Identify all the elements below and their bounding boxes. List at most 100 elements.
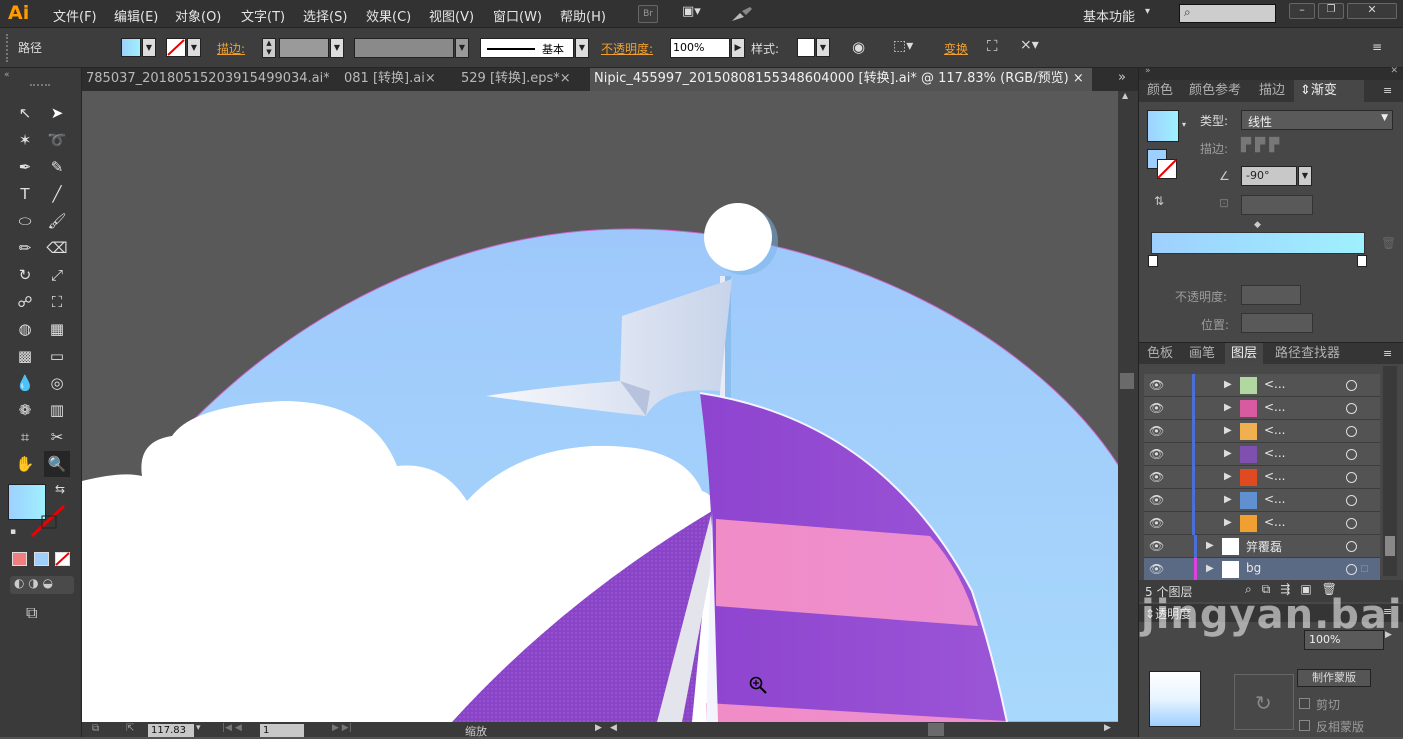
tab-stroke[interactable]: 描边 xyxy=(1259,80,1285,102)
expand-arrow-icon[interactable]: ▶ xyxy=(1224,402,1232,413)
hscroll-left-icon[interactable]: ◀ xyxy=(610,723,617,733)
visibility-eye-icon[interactable]: 👁 xyxy=(1149,401,1164,415)
close-dock-icon[interactable]: ✕ xyxy=(1390,66,1398,76)
color-mode-button[interactable] xyxy=(12,552,27,566)
column-graph-tool-icon[interactable]: ▥ xyxy=(44,397,70,423)
graphic-style-swatch[interactable] xyxy=(797,38,815,57)
drawing-modes-icon[interactable]: ◐ ◑ ◒ xyxy=(10,576,74,594)
variable-width-dropdown[interactable]: ▼ xyxy=(455,38,469,58)
lasso-tool-icon[interactable]: ➰ xyxy=(44,127,70,153)
stroke-gradient-options[interactable]: ▛ ▛ ▛ xyxy=(1241,138,1305,158)
make-mask-button[interactable]: 制作蒙版 xyxy=(1297,669,1371,687)
none-mode-icon[interactable] xyxy=(55,552,70,566)
menu-view[interactable]: 视图(V) xyxy=(429,6,474,25)
tab-document-2[interactable]: 081 [转换].ai× xyxy=(340,68,448,91)
next-artboard-icon[interactable]: ▶ ▶| xyxy=(332,723,352,733)
tab-pathfinder[interactable]: 路径查找器 xyxy=(1275,343,1340,365)
target-circle-icon[interactable] xyxy=(1346,564,1357,575)
first-artboard-icon[interactable]: |◀ ◀ xyxy=(222,723,242,733)
target-circle-icon[interactable] xyxy=(1346,380,1357,391)
gradient-stop-left[interactable] xyxy=(1148,255,1158,267)
clip-checkbox[interactable] xyxy=(1299,698,1310,709)
target-circle-icon[interactable] xyxy=(1346,426,1357,437)
menu-file[interactable]: 文件(F) xyxy=(53,6,97,25)
brush-dropdown[interactable]: ▼ xyxy=(575,38,589,58)
screen-mode-icon[interactable]: ⧉ xyxy=(26,603,37,623)
free-transform-tool-icon[interactable]: ⛶ xyxy=(44,289,70,315)
mesh-tool-icon[interactable]: ▩ xyxy=(12,343,38,369)
tab-color[interactable]: 颜色 xyxy=(1147,80,1173,102)
list-item[interactable]: 👁 ▶ <... xyxy=(1144,374,1380,397)
expand-arrow-icon[interactable]: ▶ xyxy=(1224,425,1232,436)
visibility-eye-icon[interactable]: 👁 xyxy=(1149,470,1164,484)
swap-colors-icon[interactable]: ⇆ xyxy=(55,482,65,496)
tab-document-3[interactable]: 529 [转换].eps*× xyxy=(457,68,582,91)
tabs-overflow-icon[interactable]: » xyxy=(1118,70,1126,85)
tab-close-icon[interactable]: × xyxy=(425,71,436,86)
tab-color-guide[interactable]: 颜色参考 xyxy=(1189,80,1241,102)
gradient-midpoint-icon[interactable]: ◆ xyxy=(1254,220,1261,230)
brush-icon[interactable] xyxy=(730,5,754,23)
collapse-icon[interactable]: « xyxy=(4,70,10,80)
selection-tool-icon[interactable]: ↖ xyxy=(12,100,38,126)
artboard-nav-icon[interactable]: ⧉ xyxy=(92,723,99,734)
fill-dropdown[interactable]: ▼ xyxy=(142,38,156,57)
perspective-grid-tool-icon[interactable]: ▦ xyxy=(44,316,70,342)
target-circle-icon[interactable] xyxy=(1346,403,1357,414)
slice-tool-icon[interactable]: ✂ xyxy=(44,424,70,450)
restore-button[interactable]: ❐ xyxy=(1318,3,1344,19)
vertical-scrollbar[interactable]: ▲ xyxy=(1118,91,1138,722)
tab-swatches[interactable]: 色板 xyxy=(1147,343,1173,365)
angle-input[interactable]: -90° xyxy=(1241,166,1297,186)
visibility-eye-icon[interactable]: 👁 xyxy=(1149,424,1164,438)
graphic-style-dropdown[interactable]: ▼ xyxy=(816,38,830,57)
warp-tool-icon[interactable]: ☍ xyxy=(12,289,38,315)
type-tool-icon[interactable]: T xyxy=(12,181,38,207)
recolor-icon[interactable]: ◉ xyxy=(852,38,865,56)
expand-arrow-icon[interactable]: ▶ xyxy=(1224,471,1232,482)
opacity-input[interactable]: 100% xyxy=(670,38,730,58)
list-item[interactable]: 👁 ▶ <... xyxy=(1144,512,1380,535)
gradient-type-select[interactable]: 线性 ▼ xyxy=(1241,110,1393,130)
share-icon[interactable]: ⇱ xyxy=(126,723,134,734)
transform-label[interactable]: 变换 xyxy=(944,40,968,57)
visibility-eye-icon[interactable]: 👁 xyxy=(1149,378,1164,392)
variable-width-profile[interactable] xyxy=(354,38,454,58)
symbol-sprayer-tool-icon[interactable]: ❁ xyxy=(12,397,38,423)
delete-stop-icon[interactable]: 🗑 xyxy=(1381,236,1396,250)
expand-arrow-icon[interactable]: ▶ xyxy=(1224,448,1232,459)
menu-effect[interactable]: 效果(C) xyxy=(366,6,411,25)
bridge-button[interactable]: Br xyxy=(638,5,658,23)
tab-document-active[interactable]: Nipic_455997_20150808155348604000 [转换].a… xyxy=(590,68,1092,91)
visibility-eye-icon[interactable]: 👁 xyxy=(1149,493,1164,507)
expand-icon[interactable]: » xyxy=(1145,66,1151,76)
visibility-eye-icon[interactable]: 👁 xyxy=(1149,447,1164,461)
blend-tool-icon[interactable]: ◎ xyxy=(44,370,70,396)
minimize-button[interactable]: – xyxy=(1289,3,1315,19)
expand-arrow-icon[interactable]: ▶ xyxy=(1224,494,1232,505)
curvature-tool-icon[interactable]: ✎ xyxy=(44,154,70,180)
isolate-icon[interactable]: ⛶ xyxy=(987,37,998,55)
visibility-eye-icon[interactable]: 👁 xyxy=(1149,539,1164,553)
rotate-tool-icon[interactable]: ↻ xyxy=(12,262,38,288)
visibility-eye-icon[interactable]: 👁 xyxy=(1149,562,1164,576)
list-item[interactable]: 👁 ▶ <... xyxy=(1144,397,1380,420)
fill-swatch[interactable] xyxy=(121,38,141,57)
reverse-gradient-icon[interactable]: ⇅ xyxy=(1154,194,1164,208)
list-item[interactable]: 👁 ▶ <... xyxy=(1144,443,1380,466)
stroke-swatch[interactable] xyxy=(166,38,186,57)
stroke-weight-spinner[interactable]: ▲ ▼ xyxy=(262,38,276,58)
list-item[interactable]: 👁 ▶ bg xyxy=(1144,558,1380,581)
scroll-thumb[interactable] xyxy=(1120,373,1134,389)
menu-object[interactable]: 对象(O) xyxy=(175,6,221,25)
tab-brushes[interactable]: 画笔 xyxy=(1189,343,1215,365)
artboard-canvas[interactable] xyxy=(82,91,1118,722)
tab-close-icon[interactable]: × xyxy=(560,71,571,86)
gradient-mode-button[interactable] xyxy=(34,552,49,566)
expand-arrow-icon[interactable]: ▶ xyxy=(1224,517,1232,528)
workspace-switcher[interactable]: 基本功能 xyxy=(1083,6,1135,25)
mask-thumbnail[interactable] xyxy=(1149,671,1201,727)
artboard-tool-icon[interactable]: ⌗ xyxy=(12,424,38,450)
gradient-preset-icon[interactable]: ▾ xyxy=(1182,120,1186,129)
gradient-slider[interactable] xyxy=(1151,232,1365,254)
